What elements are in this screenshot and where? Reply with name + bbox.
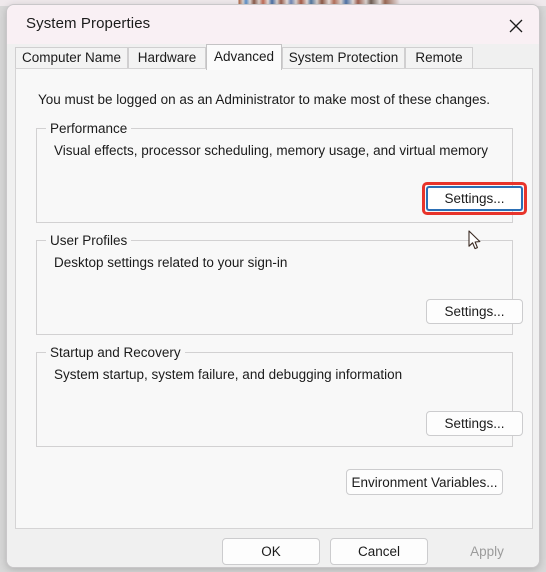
system-properties-dialog: System Properties Computer Name Hardware… xyxy=(6,4,540,568)
user-profiles-group-legend: User Profiles xyxy=(46,233,132,248)
advanced-tab-panel: You must be logged on as an Administrato… xyxy=(15,68,533,529)
tab-strip: Computer Name Hardware Advanced System P… xyxy=(15,44,533,70)
ok-button[interactable]: OK xyxy=(222,538,320,565)
performance-description: Visual effects, processor scheduling, me… xyxy=(54,143,488,158)
title-bar: System Properties xyxy=(7,5,539,44)
window-title: System Properties xyxy=(26,15,151,32)
startup-recovery-settings-button[interactable]: Settings... xyxy=(426,411,523,436)
apply-button: Apply xyxy=(438,538,536,565)
user-profiles-description: Desktop settings related to your sign-in xyxy=(54,255,288,270)
tab-system-protection[interactable]: System Protection xyxy=(282,47,405,69)
close-window-button[interactable] xyxy=(493,5,539,44)
startup-recovery-group: Startup and Recovery System startup, sys… xyxy=(36,345,523,447)
tab-computer-name[interactable]: Computer Name xyxy=(15,47,128,69)
user-profiles-settings-button[interactable]: Settings... xyxy=(426,299,523,324)
tab-advanced[interactable]: Advanced xyxy=(206,44,282,70)
tab-hardware[interactable]: Hardware xyxy=(128,47,206,69)
user-profiles-group: User Profiles Desktop settings related t… xyxy=(36,233,523,335)
mouse-cursor xyxy=(468,230,482,256)
startup-recovery-description: System startup, system failure, and debu… xyxy=(54,367,403,382)
performance-group: Performance Visual effects, processor sc… xyxy=(36,121,527,223)
startup-recovery-group-legend: Startup and Recovery xyxy=(46,345,185,360)
performance-group-legend: Performance xyxy=(46,121,132,136)
administrator-notice: You must be logged on as an Administrato… xyxy=(38,92,491,107)
dialog-footer: OK Cancel Apply xyxy=(7,529,539,567)
performance-settings-highlight: Settings... xyxy=(422,182,527,215)
environment-variables-button[interactable]: Environment Variables... xyxy=(346,469,503,495)
tab-remote[interactable]: Remote xyxy=(405,47,473,69)
cancel-button[interactable]: Cancel xyxy=(330,538,428,565)
performance-settings-button[interactable]: Settings... xyxy=(426,186,523,211)
